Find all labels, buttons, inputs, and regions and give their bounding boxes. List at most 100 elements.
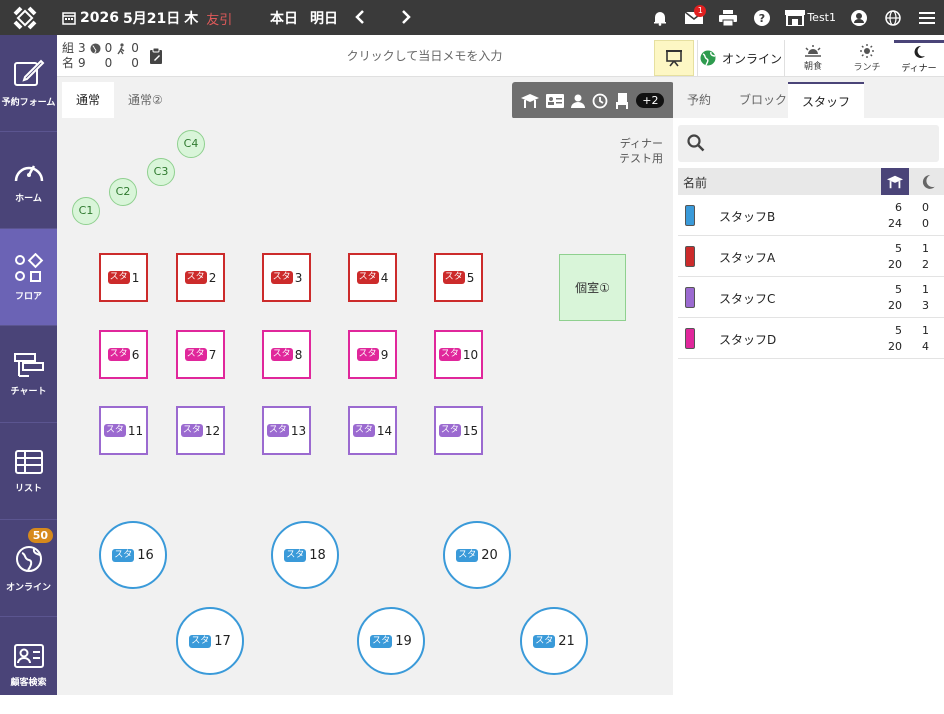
dinner-column-header[interactable]: [914, 168, 942, 195]
app-logo-icon[interactable]: [12, 5, 38, 31]
table-16[interactable]: スタ 16: [99, 521, 167, 589]
clock-icon[interactable]: [592, 93, 608, 109]
people-web-count: 0: [104, 56, 113, 70]
staff-tag: スタ: [356, 348, 379, 361]
table-19[interactable]: スタ 19: [357, 607, 425, 675]
sidebar-item-reservation-form[interactable]: 予約フォーム: [0, 35, 57, 132]
table-15[interactable]: スタ 15: [434, 406, 483, 455]
tab-staff[interactable]: スタッフ: [788, 82, 865, 118]
meal-dinner-tab[interactable]: ディナー: [894, 40, 944, 76]
store-button[interactable]: Test1: [779, 0, 842, 35]
groups-count: 3: [78, 41, 86, 55]
tomorrow-button[interactable]: 明日: [310, 8, 338, 28]
person-icon[interactable]: [571, 94, 586, 108]
menu-button[interactable]: [910, 0, 944, 35]
gauge-icon: [14, 164, 43, 181]
sidebar-item-label: チャート: [10, 386, 47, 397]
counter-seat-c1[interactable]: C1: [72, 197, 100, 225]
table-20[interactable]: スタ 20: [443, 521, 511, 589]
top-bar: 2026 5月21日 木 友引 本日 明日 1 ? Test1: [0, 0, 944, 35]
staff-row[interactable]: スタッフA 5 1 20 2: [678, 236, 944, 277]
presentation-button[interactable]: [654, 40, 694, 76]
sidebar-item-list[interactable]: リスト: [0, 423, 57, 520]
people-walk-count: 0: [131, 56, 139, 70]
moon-icon: [914, 45, 925, 58]
sidebar-item-label: 顧客検索: [10, 678, 47, 688]
table-icon: [887, 175, 903, 188]
table-12[interactable]: スタ 12: [176, 406, 225, 455]
table-18[interactable]: スタ 18: [271, 521, 339, 589]
meal-label: 朝食: [803, 61, 822, 72]
staff-row[interactable]: スタッフD 5 1 20 4: [678, 318, 944, 359]
edit-icon: [13, 59, 44, 86]
table-5[interactable]: スタ 5: [434, 253, 483, 302]
table-10[interactable]: スタ 10: [434, 330, 483, 379]
counter-seat-c3[interactable]: C3: [147, 158, 175, 186]
chair-icon[interactable]: [615, 92, 629, 109]
table-2[interactable]: スタ 2: [176, 253, 225, 302]
sidebar-item-floor[interactable]: フロア: [0, 229, 57, 326]
groups-label: 組: [62, 41, 75, 55]
table-icon[interactable]: [521, 93, 540, 108]
table-13[interactable]: スタ 13: [262, 406, 311, 455]
staff-value: 3: [922, 299, 929, 312]
daily-memo-input[interactable]: クリックして当日メモを入力: [202, 47, 647, 64]
language-button[interactable]: [876, 0, 910, 35]
online-status-button[interactable]: オンライン: [697, 40, 785, 76]
sun-icon: [860, 43, 874, 58]
staff-tag: スタ: [184, 271, 207, 284]
table-7[interactable]: スタ 7: [176, 330, 225, 379]
meal-breakfast-tab[interactable]: 朝食: [788, 40, 838, 76]
date-display[interactable]: 2026 5月21日 木 友引: [62, 8, 232, 28]
staff-row[interactable]: スタッフB 6 0 24 0: [678, 195, 944, 236]
table-21[interactable]: スタ 21: [520, 607, 588, 675]
tab-floor-normal-2[interactable]: 通常②: [114, 82, 177, 118]
globe-icon: [885, 9, 901, 26]
tab-floor-normal[interactable]: 通常: [62, 82, 115, 118]
prev-day-button[interactable]: [350, 9, 370, 28]
meal-lunch-tab[interactable]: ランチ: [842, 40, 892, 76]
help-button[interactable]: ?: [745, 0, 779, 35]
staff-value: 1: [922, 242, 929, 255]
table-number: 20: [481, 547, 498, 563]
staff-value: 1: [922, 283, 929, 296]
walk-in-icon: [117, 43, 125, 55]
today-button[interactable]: 本日: [270, 8, 298, 28]
table-count-column-header[interactable]: [881, 168, 909, 195]
next-day-button[interactable]: [396, 9, 416, 28]
table-1[interactable]: スタ 1: [99, 253, 148, 302]
counter-seat-c2[interactable]: C2: [109, 178, 137, 206]
staff-search-input[interactable]: [678, 125, 939, 162]
table-11[interactable]: スタ 11: [99, 406, 148, 455]
staff-tag: スタ: [352, 424, 375, 437]
notifications-button[interactable]: [643, 0, 677, 35]
table-17[interactable]: スタ 17: [176, 607, 244, 675]
messages-button[interactable]: 1: [677, 0, 711, 35]
table-14[interactable]: スタ 14: [348, 406, 397, 455]
staff-tag: スタ: [438, 424, 461, 437]
sidebar-item-chart[interactable]: チャート: [0, 326, 57, 423]
sidebar-item-online[interactable]: 50 オンライン: [0, 520, 57, 617]
counter-seat-c4[interactable]: C4: [177, 130, 205, 158]
staff-value: 20: [888, 299, 902, 312]
print-button[interactable]: [711, 0, 745, 35]
staff-color-swatch: [685, 287, 695, 308]
more-filters-badge[interactable]: +2: [636, 93, 665, 108]
table-6[interactable]: スタ 6: [99, 330, 148, 379]
account-button[interactable]: [842, 0, 876, 35]
floor-tabs: 通常 通常② +2: [57, 77, 674, 119]
sidebar-item-customer-search[interactable]: 顧客検索: [0, 617, 57, 714]
date-nav: 本日 明日: [270, 8, 416, 28]
staff-value: 0: [922, 201, 929, 214]
id-card-icon[interactable]: [546, 93, 565, 108]
table-8[interactable]: スタ 8: [262, 330, 311, 379]
private-room-1[interactable]: 個室①: [559, 254, 626, 321]
staff-row[interactable]: スタッフC 5 1 20 3: [678, 277, 944, 318]
table-9[interactable]: スタ 9: [348, 330, 397, 379]
tab-reservations[interactable]: 予約: [673, 82, 725, 118]
sidebar-item-home[interactable]: ホーム: [0, 132, 57, 229]
table-number: 12: [204, 423, 221, 438]
staff-name: スタッフA: [719, 251, 776, 265]
table-3[interactable]: スタ 3: [262, 253, 311, 302]
table-4[interactable]: スタ 4: [348, 253, 397, 302]
